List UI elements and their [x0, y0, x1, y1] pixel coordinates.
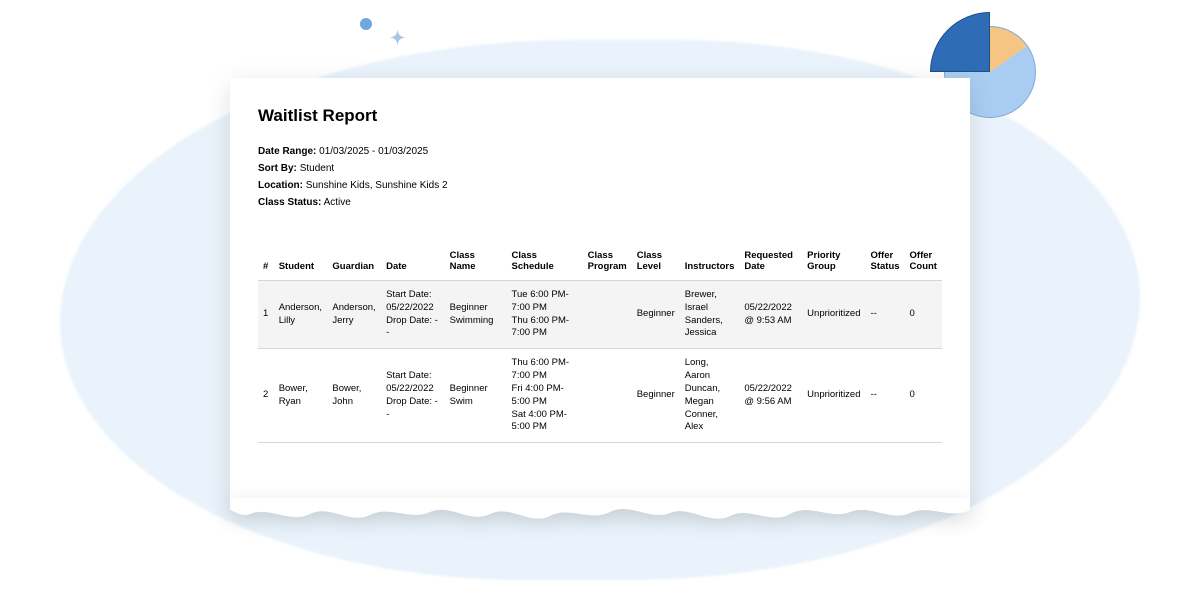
col-priority-group: Priority Group: [802, 244, 865, 281]
cell-class-level: Beginner: [632, 281, 680, 349]
cell-class-level: Beginner: [632, 349, 680, 443]
cell-student: Bower, Ryan: [274, 349, 328, 443]
cell-date: Start Date: 05/22/2022 Drop Date: --: [381, 349, 445, 443]
cell-class-name: Beginner Swimming: [445, 281, 507, 349]
cell-class-program: [583, 349, 632, 443]
col-class-level: Class Level: [632, 244, 680, 281]
col-class-program: Class Program: [583, 244, 632, 281]
cell-class-name: Beginner Swim: [445, 349, 507, 443]
meta-sort-by-label: Sort By:: [258, 163, 297, 174]
col-date: Date: [381, 244, 445, 281]
meta-location-label: Location:: [258, 180, 303, 191]
cell-offer-status: --: [866, 281, 905, 349]
decorative-dot-icon: [360, 18, 372, 30]
col-class-schedule: Class Schedule: [507, 244, 583, 281]
cell-priority-group: Unprioritized: [802, 349, 865, 443]
meta-date-range: Date Range: 01/03/2025 - 01/03/2025: [258, 144, 942, 159]
meta-sort-by: Sort By: Student: [258, 161, 942, 176]
table-row: 2Bower, RyanBower, JohnStart Date: 05/22…: [258, 349, 942, 443]
waitlist-table: # Student Guardian Date Class Name Class…: [258, 244, 942, 443]
col-offer-status: Offer Status: [866, 244, 905, 281]
decorative-plus-icon: ✦: [390, 28, 405, 49]
cell-requested-date: 05/22/2022 @ 9:53 AM: [739, 281, 802, 349]
cell-offer-status: --: [866, 349, 905, 443]
report-title: Waitlist Report: [258, 106, 942, 126]
cell-class-schedule: Thu 6:00 PM-7:00 PM Fri 4:00 PM-5:00 PM …: [507, 349, 583, 443]
meta-sort-by-value: Student: [300, 163, 334, 174]
cell-priority-group: Unprioritized: [802, 281, 865, 349]
cell-instructors: Brewer, Israel Sanders, Jessica: [680, 281, 740, 349]
meta-class-status-label: Class Status:: [258, 197, 321, 208]
meta-class-status-value: Active: [324, 197, 351, 208]
col-offer-count: Offer Count: [905, 244, 942, 281]
cell-offer-count: 0: [905, 281, 942, 349]
cell-class-program: [583, 281, 632, 349]
meta-location-value: Sunshine Kids, Sunshine Kids 2: [306, 180, 448, 191]
cell-num: 2: [258, 349, 274, 443]
cell-offer-count: 0: [905, 349, 942, 443]
table-header-row: # Student Guardian Date Class Name Class…: [258, 244, 942, 281]
col-instructors: Instructors: [680, 244, 740, 281]
cell-date: Start Date: 05/22/2022 Drop Date: --: [381, 281, 445, 349]
cell-guardian: Anderson, Jerry: [327, 281, 381, 349]
cell-instructors: Long, Aaron Duncan, Megan Conner, Alex: [680, 349, 740, 443]
col-requested-date: Requested Date: [739, 244, 802, 281]
col-num: #: [258, 244, 274, 281]
meta-class-status: Class Status: Active: [258, 195, 942, 210]
table-row: 1Anderson, LillyAnderson, JerryStart Dat…: [258, 281, 942, 349]
meta-location: Location: Sunshine Kids, Sunshine Kids 2: [258, 178, 942, 193]
cell-guardian: Bower, John: [327, 349, 381, 443]
torn-paper-edge: [230, 498, 970, 534]
cell-requested-date: 05/22/2022 @ 9:56 AM: [739, 349, 802, 443]
report-card: Waitlist Report Date Range: 01/03/2025 -…: [230, 78, 970, 508]
pie-chart-pulled-slice: [930, 12, 990, 72]
cell-num: 1: [258, 281, 274, 349]
cell-class-schedule: Tue 6:00 PM-7:00 PM Thu 6:00 PM-7:00 PM: [507, 281, 583, 349]
cell-student: Anderson, Lilly: [274, 281, 328, 349]
col-guardian: Guardian: [327, 244, 381, 281]
meta-date-range-label: Date Range:: [258, 146, 316, 157]
col-student: Student: [274, 244, 328, 281]
col-class-name: Class Name: [445, 244, 507, 281]
meta-date-range-value: 01/03/2025 - 01/03/2025: [319, 146, 428, 157]
